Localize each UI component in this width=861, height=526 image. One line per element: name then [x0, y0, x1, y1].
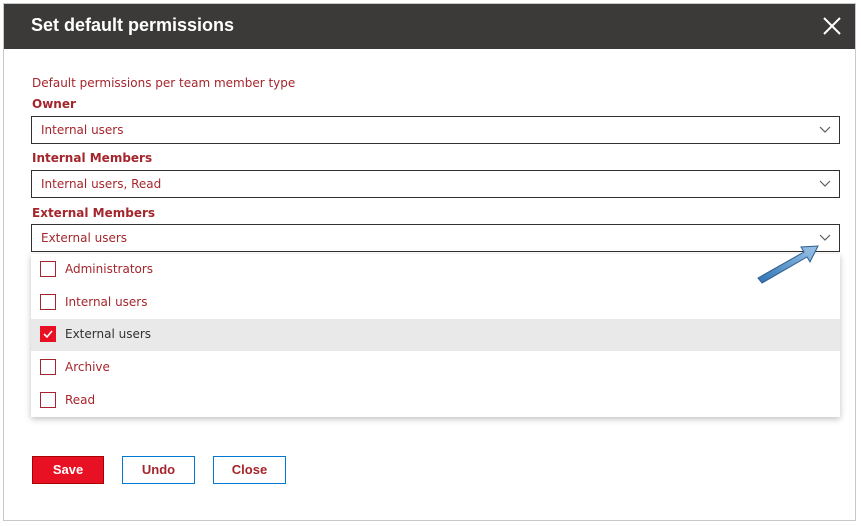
close-button[interactable]: Close [213, 456, 286, 484]
option-read[interactable]: Read [31, 385, 840, 417]
internal-members-label: Internal Members [32, 151, 153, 165]
owner-select[interactable]: Internal users [31, 116, 840, 144]
checkbox[interactable] [40, 261, 56, 277]
internal-members-select[interactable]: Internal users, Read [31, 170, 840, 198]
close-icon[interactable] [821, 15, 843, 37]
option-label: Administrators [65, 262, 154, 276]
internal-members-value: Internal users, Read [41, 177, 162, 191]
chevron-down-icon [819, 126, 831, 133]
checkbox[interactable] [40, 294, 56, 310]
checkbox-checked[interactable] [40, 326, 56, 342]
save-button[interactable]: Save [32, 456, 104, 484]
owner-value: Internal users [41, 123, 124, 137]
checkbox[interactable] [40, 392, 56, 408]
owner-label: Owner [32, 97, 76, 111]
external-members-label: External Members [32, 206, 156, 220]
option-label: External users [65, 327, 152, 341]
undo-button[interactable]: Undo [122, 456, 195, 484]
checkmark-icon [43, 330, 53, 339]
dialog-title: Set default permissions [31, 15, 235, 35]
dialog-subtitle: Default permissions per team member type [32, 76, 296, 90]
option-administrators[interactable]: Administrators [31, 254, 840, 286]
external-members-dropdown: Administrators Internal users External u… [31, 254, 840, 417]
option-label: Internal users [65, 295, 148, 309]
arrow-annotation [757, 245, 819, 284]
option-archive[interactable]: Archive [31, 352, 840, 384]
dialog-header: Set default permissions [4, 4, 855, 49]
option-label: Read [65, 393, 96, 407]
external-members-select[interactable]: External users [31, 224, 840, 252]
option-external-users[interactable]: External users [31, 319, 840, 351]
option-internal-users[interactable]: Internal users [31, 287, 840, 319]
checkbox[interactable] [40, 359, 56, 375]
chevron-down-icon [819, 180, 831, 187]
option-label: Archive [65, 360, 110, 374]
permissions-dialog: Set default permissions Default permissi… [3, 3, 856, 521]
external-members-value: External users [41, 231, 128, 245]
